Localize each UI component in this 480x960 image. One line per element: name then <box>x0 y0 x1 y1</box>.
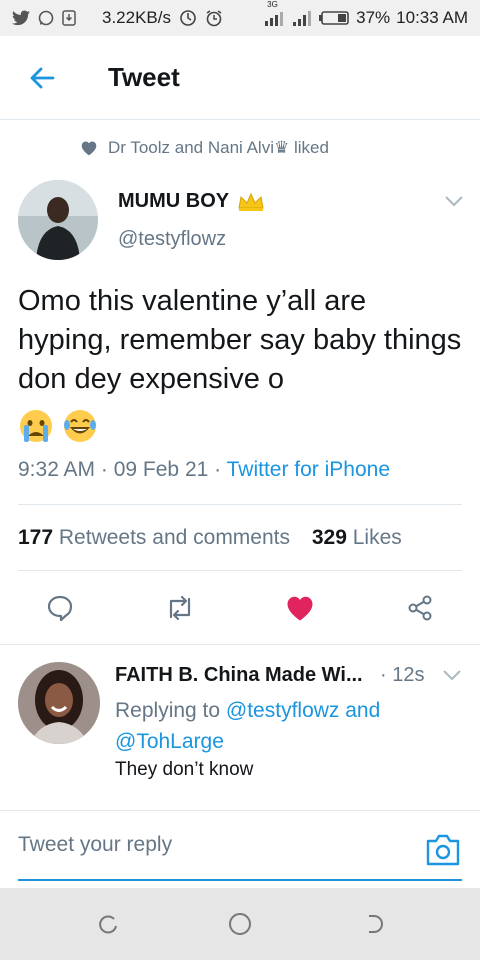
author-avatar[interactable] <box>18 180 98 260</box>
back-nav-button[interactable] <box>360 910 388 938</box>
retweet-button[interactable] <box>160 588 200 628</box>
chevron-down-icon[interactable] <box>442 668 462 682</box>
reply-input-underline <box>18 879 462 881</box>
recents-icon <box>99 915 117 934</box>
download-icon <box>62 10 76 26</box>
author-handle[interactable]: @testyflowz <box>118 228 226 251</box>
reply-text: They don’t know <box>115 759 254 780</box>
heart-icon <box>81 141 97 156</box>
author-name-text: MUMU BOY <box>118 190 230 212</box>
page-title: Tweet <box>108 62 180 92</box>
network-type: 3G <box>267 0 278 9</box>
status-bar: 3.22KB/s 3G 37% 10:33 AM <box>0 0 480 36</box>
retweet-icon <box>169 595 191 621</box>
sync-icon <box>179 9 197 27</box>
home-icon <box>229 913 251 935</box>
replying-to-prefix: Replying to <box>115 699 221 722</box>
retweets-count: 177 <box>18 526 54 549</box>
retweets-link[interactable]: 177 Retweets and comments <box>18 526 290 549</box>
signal-3g-icon: 3G <box>264 0 286 27</box>
divider <box>18 504 462 505</box>
divider <box>18 570 462 571</box>
twitter-icon <box>12 10 30 26</box>
tweet-date: 09 Feb 21 <box>113 458 209 481</box>
like-button[interactable] <box>280 588 320 628</box>
crying-face-emoji <box>20 410 52 442</box>
camera-button[interactable] <box>424 833 462 867</box>
meta-separator: · <box>100 458 114 481</box>
reply-button[interactable] <box>40 588 80 628</box>
tweet-actions <box>0 588 480 628</box>
battery-percent: 37% <box>356 8 391 27</box>
author-name[interactable]: MUMU BOY <box>118 190 265 213</box>
comment-icon <box>47 595 73 622</box>
tweet-counts: 177 Retweets and comments 329 Likes <box>18 526 402 550</box>
chevron-down-icon[interactable] <box>444 194 464 208</box>
network-speed: 3.22KB/s <box>102 8 171 27</box>
reply-bar: Tweet your reply <box>0 810 480 888</box>
likes-count: 329 <box>311 526 347 549</box>
replying-to: Replying to @testyflowz and @TohLarge <box>115 695 455 757</box>
meta-separator: · <box>214 458 227 481</box>
status-time: 10:33 AM <box>396 8 468 27</box>
tweet-source[interactable]: Twitter for iPhone <box>227 458 390 481</box>
home-button[interactable] <box>226 910 254 938</box>
back-button[interactable] <box>0 36 84 120</box>
heart-filled-icon <box>287 596 313 621</box>
whatsapp-icon <box>38 10 54 26</box>
alarm-icon <box>205 9 223 27</box>
back-nav-icon <box>369 915 383 933</box>
likes-label: Likes <box>352 526 402 549</box>
arrow-left-icon <box>30 67 55 88</box>
status-left: 3.22KB/s <box>12 8 223 28</box>
tweet-text: Omo this valentine y’all are hyping, rem… <box>18 285 462 395</box>
tweet-time: 9:32 AM <box>18 458 96 481</box>
system-nav-bar <box>0 888 480 960</box>
likes-link[interactable]: 329 Likes <box>312 526 402 549</box>
social-context: Dr Toolz and Nani Alvi♛ liked <box>80 138 329 158</box>
share-button[interactable] <box>400 588 440 628</box>
social-context-text: Dr Toolz and Nani Alvi♛ liked <box>108 138 329 157</box>
retweets-label: Retweets and comments <box>58 526 290 549</box>
camera-icon <box>426 834 460 866</box>
laughing-tears-emoji <box>64 410 96 442</box>
reply-author-name[interactable]: FAITH B. China Made Wi... <box>115 664 363 687</box>
app-header: Tweet <box>0 36 480 120</box>
battery-icon <box>318 10 350 26</box>
tweet-meta: 9:32 AM · 09 Feb 21 · Twitter for iPhone <box>18 458 390 482</box>
reply-time: · 12s <box>380 664 424 687</box>
reply-avatar[interactable] <box>18 662 100 744</box>
reply-time-value: 12s <box>392 664 425 686</box>
signal-icon <box>292 9 312 27</box>
recents-button[interactable] <box>94 910 122 938</box>
reply-input[interactable]: Tweet your reply <box>18 833 172 857</box>
meta-separator: · <box>380 664 393 686</box>
tweet-emojis <box>18 408 98 444</box>
divider <box>0 644 480 645</box>
crown-icon <box>238 192 264 211</box>
share-icon <box>408 595 432 621</box>
status-right: 3G 37% 10:33 AM <box>264 0 468 28</box>
